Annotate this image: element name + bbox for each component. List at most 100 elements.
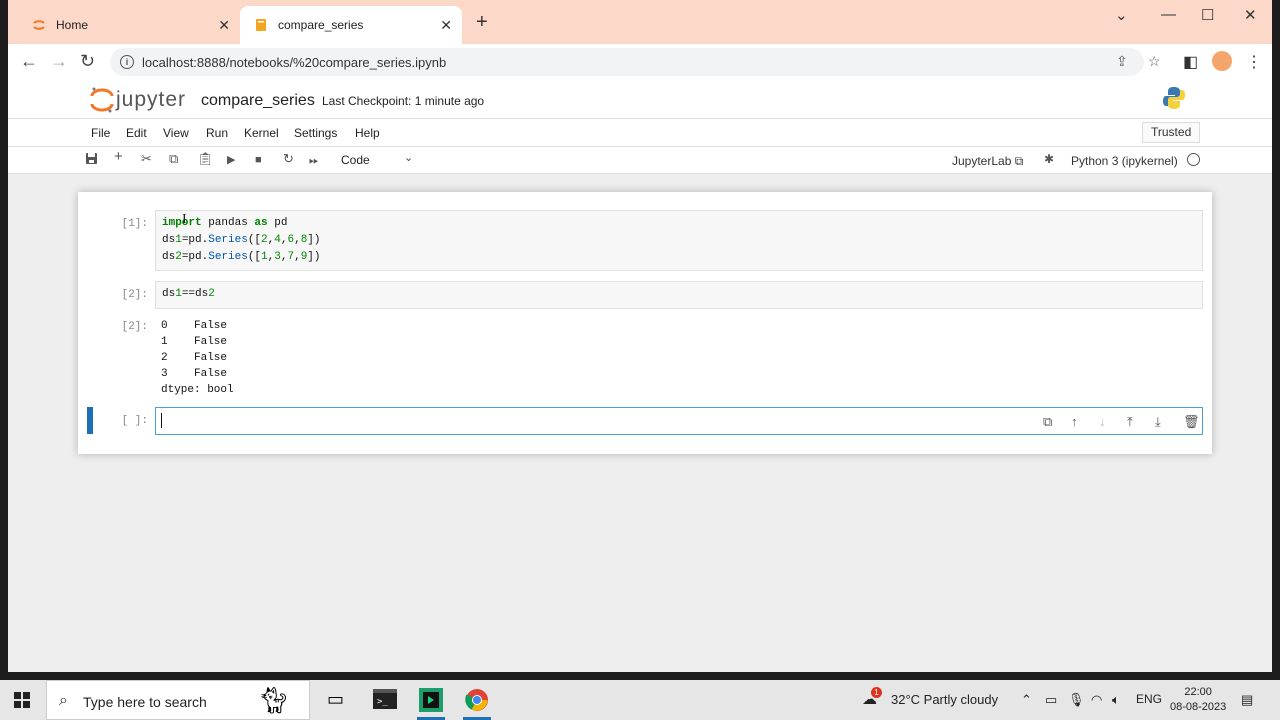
code-number: 1 — [261, 251, 268, 263]
site-info-icon[interactable]: i — [120, 55, 134, 69]
search-placeholder[interactable]: Type here to search — [83, 694, 207, 710]
code-line: import pandas as pd — [162, 217, 288, 229]
code-number: 1 — [175, 234, 182, 246]
task-view-icon[interactable]: ▭ — [327, 689, 351, 713]
cell-type-select[interactable]: Code — [341, 153, 370, 167]
terminal-app-icon[interactable]: >_ — [373, 688, 397, 712]
tab-compare-series[interactable]: compare_series ✕ — [240, 6, 462, 44]
output-line: 2 False — [161, 352, 228, 364]
move-up-icon[interactable]: ↑ — [1071, 414, 1078, 429]
paste-icon[interactable]: 📋︎ — [197, 152, 214, 166]
stop-icon[interactable]: ■ — [255, 153, 262, 167]
add-cell-icon[interactable]: + — [114, 149, 123, 164]
tab-home[interactable]: Home ✕ — [18, 6, 240, 44]
new-tab-button[interactable]: + — [476, 12, 488, 32]
insert-below-icon[interactable]: ⤓ — [1155, 414, 1161, 430]
code-text: , — [294, 251, 301, 263]
forward-arrow-icon[interactable]: → — [50, 52, 68, 70]
weather-alert-badge: 1 — [871, 687, 882, 698]
code-number: 2 — [208, 288, 215, 300]
move-down-icon[interactable]: ↓ — [1099, 414, 1106, 429]
jupyter-header: jupyter compare_series Last Checkpoint: … — [8, 80, 1272, 119]
menu-settings[interactable]: Settings — [294, 126, 337, 140]
reload-icon[interactable]: ↻ — [80, 52, 95, 70]
kernel-name[interactable]: Python 3 (ipykernel) — [1071, 154, 1178, 168]
maximize-icon[interactable]: ☐ — [1201, 6, 1214, 24]
browser-toolbar: ← → ↻ i localhost:8888/notebooks/%20comp… — [8, 44, 1272, 80]
delete-cell-icon[interactable]: 🗑︎ — [1183, 414, 1200, 430]
code-text: ==ds — [181, 288, 209, 300]
close-tab-icon[interactable]: ✕ — [440, 17, 452, 34]
language-indicator[interactable]: ENG — [1136, 692, 1162, 706]
menu-bar: File Edit View Run Kernel Settings Help … — [8, 119, 1272, 147]
jupyter-logo-text: jupyter — [116, 88, 187, 111]
copy-icon[interactable]: ⧉ — [169, 152, 178, 166]
minimize-icon[interactable]: — — [1161, 6, 1176, 23]
jupyterlab-link[interactable]: JupyterLab ⧉ — [952, 154, 1023, 169]
search-icon: ⌕ — [59, 692, 68, 709]
battery-icon[interactable]: ▭ — [1045, 692, 1057, 708]
chrome-app-icon[interactable] — [465, 688, 489, 712]
taskbar-search-box[interactable]: ⌕ Type here to search 🐈︎ — [46, 680, 310, 720]
code-number: 2 — [175, 251, 182, 263]
insert-above-icon[interactable]: ⤒ — [1127, 414, 1133, 430]
address-bar[interactable]: i localhost:8888/notebooks/%20compare_se… — [110, 48, 1161, 76]
tab-label: Home — [56, 18, 89, 32]
jupyterlab-link-label[interactable]: JupyterLab — [952, 154, 1011, 168]
pycharm-app-icon[interactable] — [419, 688, 443, 712]
screen: Home ✕ compare_series ✕ + ⌄ — ☐ ✕ ← → ↻ … — [8, 0, 1272, 672]
close-window-icon[interactable]: ✕ — [1244, 6, 1257, 24]
menu-edit[interactable]: Edit — [126, 126, 147, 140]
output-line: 3 False — [161, 368, 228, 380]
chevron-down-icon[interactable]: ⌄ — [1115, 6, 1128, 24]
chevron-down-icon[interactable]: ⌄ — [404, 151, 413, 164]
keyword-as: as — [254, 217, 268, 229]
code-line: ds1==ds2 — [162, 288, 215, 300]
profile-avatar[interactable] — [1212, 51, 1232, 71]
code-cell-input[interactable]: ds1==ds2 — [155, 281, 1203, 309]
restart-icon[interactable]: ↻ — [283, 152, 294, 166]
duplicate-cell-icon[interactable]: ⧉ — [1043, 414, 1052, 430]
menu-file[interactable]: File — [91, 126, 110, 140]
code-cell-input[interactable]: import pandas as pd ds1=pd.Series([2,4,6… — [155, 210, 1203, 271]
menu-view[interactable]: View — [163, 126, 189, 140]
menu-help[interactable]: Help — [355, 126, 380, 140]
cut-icon[interactable]: ✂ — [141, 152, 152, 166]
active-code-cell-input[interactable]: ⧉ ↑ ↓ ⤒ ⤓ 🗑︎ — [155, 407, 1203, 435]
bookmark-star-icon[interactable]: ☆ — [1148, 53, 1161, 70]
save-icon[interactable] — [85, 152, 98, 168]
code-number: 3 — [274, 251, 281, 263]
close-tab-icon[interactable]: ✕ — [218, 17, 230, 34]
notebook-title[interactable]: compare_series — [201, 92, 315, 110]
jupyter-favicon-icon — [32, 18, 46, 32]
jupyter-logo-icon[interactable] — [90, 86, 114, 119]
speaker-icon[interactable]: 🔈︎ — [1112, 692, 1120, 708]
menu-kernel[interactable]: Kernel — [244, 126, 279, 140]
notifications-icon[interactable]: ▤ — [1241, 692, 1253, 708]
weather-text[interactable]: 32°C Partly cloudy — [891, 692, 998, 707]
clock-time: 22:00 — [1184, 686, 1212, 698]
microphone-icon[interactable]: 🎙︎ — [1068, 692, 1085, 708]
run-icon[interactable]: ▶ — [227, 153, 235, 167]
more-menu-icon[interactable]: ⋮ — [1246, 52, 1262, 72]
chevron-up-icon[interactable]: ⌃ — [1021, 692, 1032, 708]
menu-run[interactable]: Run — [206, 126, 228, 140]
svg-text:>_: >_ — [377, 697, 388, 707]
trusted-indicator[interactable]: Trusted — [1142, 122, 1201, 143]
url-text[interactable]: localhost:8888/notebooks/%20compare_seri… — [142, 55, 446, 70]
kernel-status-icon — [1187, 153, 1200, 166]
code-identifier: Series — [208, 234, 248, 246]
code-text: ds — [162, 288, 176, 300]
share-icon[interactable]: ⇪ — [1116, 53, 1128, 70]
search-highlight-cat-icon: 🐈︎ — [257, 685, 291, 715]
output-line: 0 False — [161, 320, 228, 332]
windows-start-icon[interactable] — [14, 692, 30, 713]
wifi-icon[interactable]: ◠ — [1091, 692, 1102, 708]
restart-run-all-icon[interactable]: ⏩︎ — [309, 153, 319, 167]
debugger-bug-icon[interactable]: ✱ — [1044, 152, 1054, 166]
back-arrow-icon[interactable]: ← — [20, 52, 38, 70]
system-clock[interactable]: 22:00 08-08-2023 — [1170, 685, 1226, 715]
side-panel-icon[interactable]: ◧ — [1183, 52, 1198, 72]
code-text: , — [294, 234, 301, 246]
weather-icon[interactable]: ☁ 1 — [862, 687, 882, 708]
